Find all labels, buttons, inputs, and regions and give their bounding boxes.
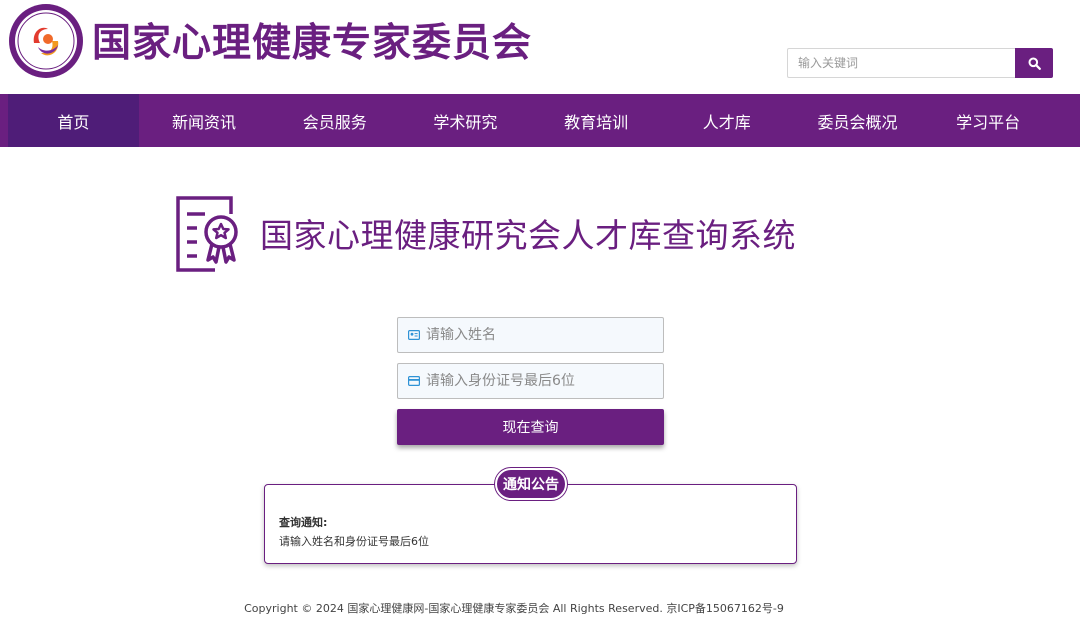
name-field[interactable]: [397, 317, 664, 353]
notice-heading: 查询通知:: [279, 516, 328, 529]
notice-panel: 通知公告 查询通知: 请输入姓名和身份证号最后6位: [264, 468, 797, 564]
certificate-icon: [176, 196, 238, 272]
system-header: 国家心理健康研究会人才库查询系统: [175, 193, 796, 273]
nav-item-committee-overview[interactable]: 委员会概况: [792, 94, 923, 147]
site-title: 国家心理健康专家委员会: [92, 20, 533, 66]
notice-badge: 通知公告: [495, 468, 567, 500]
search-button[interactable]: [1015, 48, 1053, 78]
search-icon: [1028, 57, 1041, 70]
card-icon: [408, 376, 420, 386]
query-button[interactable]: 现在查询: [397, 409, 664, 445]
nav-item-education-training[interactable]: 教育培训: [531, 94, 662, 147]
main-nav: 首页 新闻资讯 会员服务 学术研究 教育培训 人才库 委员会概况 学习平台: [0, 94, 1080, 147]
nav-item-member-services[interactable]: 会员服务: [269, 94, 400, 147]
name-input[interactable]: [426, 327, 646, 343]
nav-item-academic-research[interactable]: 学术研究: [400, 94, 531, 147]
nav-item-news[interactable]: 新闻资讯: [139, 94, 270, 147]
id-number-field[interactable]: [397, 363, 664, 399]
search-input[interactable]: [787, 48, 1016, 78]
logo-emblem-icon[interactable]: [8, 3, 84, 79]
footer-copyright: Copyright © 2024 国家心理健康网-国家心理健康专家委员会 All…: [244, 602, 784, 615]
nav-item-learning-platform[interactable]: 学习平台: [923, 94, 1054, 147]
site-header: 国家心理健康专家委员会: [0, 0, 1080, 94]
nav-item-home[interactable]: 首页: [8, 94, 139, 147]
system-title: 国家心理健康研究会人才库查询系统: [260, 216, 796, 255]
id-number-input[interactable]: [426, 373, 646, 389]
notice-text: 请输入姓名和身份证号最后6位: [279, 535, 429, 548]
id-card-icon: [408, 330, 420, 340]
nav-item-talent-pool[interactable]: 人才库: [661, 94, 792, 147]
